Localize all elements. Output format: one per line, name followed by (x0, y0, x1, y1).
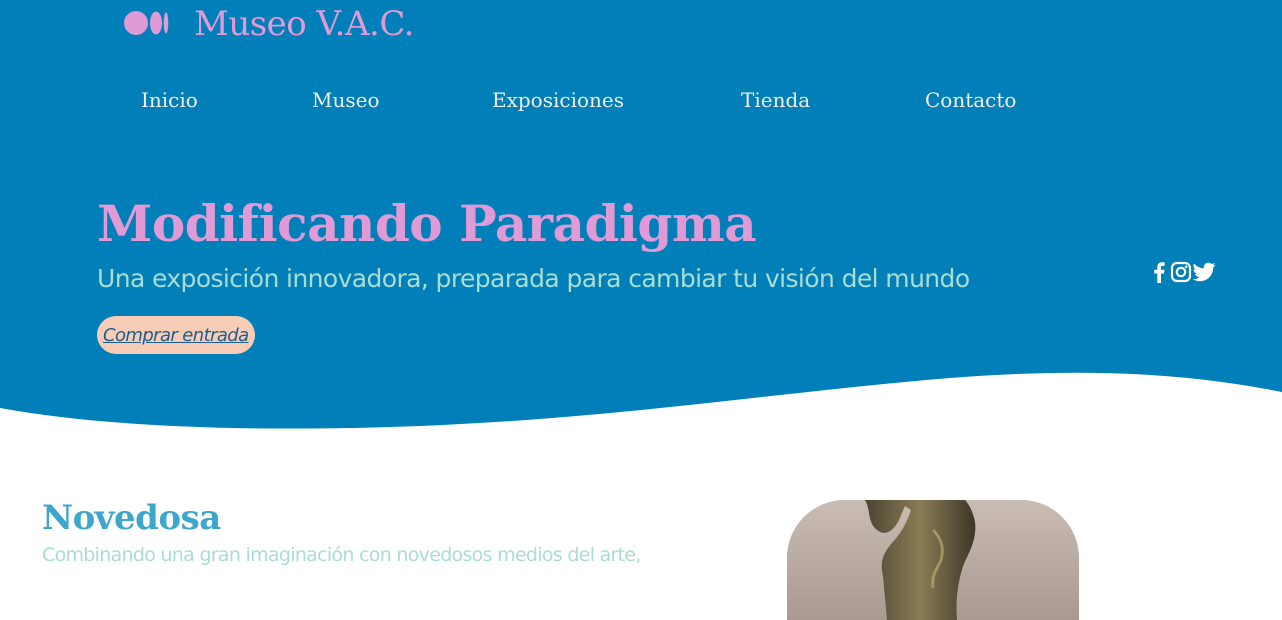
nav-item-museo[interactable]: Museo (312, 88, 380, 112)
hero-subtitle: Una exposición innovadora, preparada par… (97, 264, 970, 293)
site-title[interactable]: Museo V.A.C. (194, 4, 414, 44)
nav-item-tienda[interactable]: Tienda (741, 88, 810, 112)
nav-item-contacto[interactable]: Contacto (925, 88, 1016, 112)
medium-logo-icon (124, 8, 170, 38)
facebook-icon[interactable] (1153, 260, 1165, 284)
logo[interactable] (124, 8, 170, 38)
sculpture-image (787, 500, 1079, 620)
twitter-icon[interactable] (1193, 260, 1216, 284)
section-title: Novedosa (42, 498, 221, 538)
instagram-icon[interactable] (1170, 260, 1192, 284)
buy-ticket-button[interactable]: Comprar entrada (97, 316, 255, 354)
nav-item-inicio[interactable]: Inicio (141, 88, 198, 112)
nav-item-exposiciones[interactable]: Exposiciones (492, 88, 624, 112)
section-text: Combinando una gran imaginación con nove… (42, 544, 641, 566)
hero-title: Modificando Paradigma (97, 194, 757, 253)
hero-section: Museo V.A.C. Inicio Museo Exposiciones T… (0, 0, 1282, 440)
